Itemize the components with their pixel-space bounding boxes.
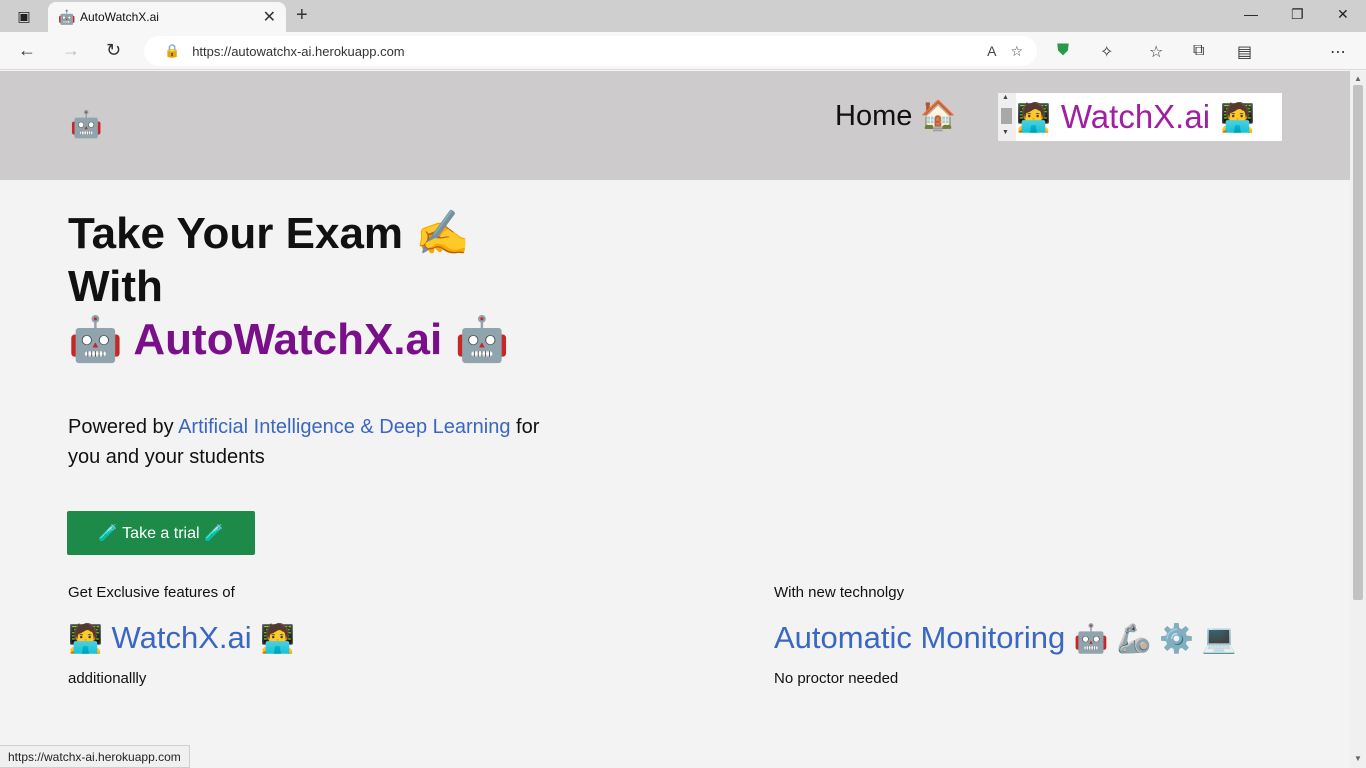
- powered-prefix: Powered by: [68, 416, 179, 438]
- ai-dl-link[interactable]: Artificial Intelligence & Deep Learning: [178, 416, 510, 438]
- scroll-up-icon[interactable]: ▲: [1354, 74, 1362, 83]
- tab-actions-icon[interactable]: ▣: [10, 6, 38, 26]
- watchx-brand-label: WatchX.ai: [1060, 98, 1211, 135]
- shield-extension-icon[interactable]: ⛊: [1057, 42, 1069, 60]
- technologist-icon: 🧑‍💻: [1220, 101, 1255, 133]
- feature-right-title-text: Automatic Monitoring: [774, 620, 1066, 655]
- page-scrollbar[interactable]: ▲ ▼: [1350, 71, 1366, 768]
- read-aloud-icon[interactable]: A: [987, 43, 996, 59]
- monitoring-icons: 🤖 🦾 ⚙️ 💻: [1073, 623, 1237, 654]
- take-trial-button[interactable]: 🧪 Take a trial 🧪: [67, 511, 255, 555]
- refresh-icon[interactable]: ↻: [106, 40, 121, 61]
- hero-line-1: Take Your Exam ✍️: [68, 209, 471, 258]
- technologist-icon: 🧑‍💻: [260, 623, 296, 654]
- more-menu-icon[interactable]: ⋯: [1330, 42, 1346, 62]
- mini-scroll-thumb[interactable]: [1001, 108, 1012, 124]
- hero-heading: Take Your Exam ✍️ With 🤖 AutoWatchX.ai 🤖: [68, 207, 509, 366]
- tab-close-icon[interactable]: ✕: [263, 7, 276, 27]
- tab-title: AutoWatchX.ai: [80, 10, 159, 24]
- technologist-icon: 🧑‍💻: [68, 623, 103, 654]
- url-text: https://autowatchx-ai.herokuapp.com: [192, 43, 405, 59]
- feature-left-sub: additionallly: [68, 670, 147, 687]
- collections-icon[interactable]: ⧉: [1193, 42, 1204, 60]
- technologist-icon: 🧑‍💻: [1016, 101, 1051, 133]
- feature-right-title[interactable]: Automatic Monitoring 🤖 🦾 ⚙️ 💻: [774, 620, 1237, 656]
- browser-tab[interactable]: 🤖 AutoWatchX.ai ✕: [48, 2, 286, 32]
- favorites-icon[interactable]: ☆: [1149, 42, 1163, 62]
- window-close-icon[interactable]: ✕: [1337, 6, 1349, 23]
- browser-tab-bar: ▣ 🤖 AutoWatchX.ai ✕ + — ❐ ✕: [0, 0, 1366, 32]
- feature-right-caption: With new technolgy: [774, 584, 905, 601]
- tab-favicon-icon: 🤖: [58, 8, 76, 25]
- hero-line-2: With: [68, 262, 163, 311]
- status-bar-url: https://watchx-ai.herokuapp.com: [0, 745, 190, 768]
- forward-icon[interactable]: →: [62, 40, 80, 61]
- robot-icon: 🤖: [454, 315, 510, 364]
- robot-logo-icon[interactable]: 🤖: [70, 109, 102, 140]
- watchx-link[interactable]: ▲ ▼ 🧑‍💻 WatchX.ai 🧑‍💻: [998, 93, 1282, 141]
- lock-icon: 🔒: [164, 43, 181, 58]
- back-icon[interactable]: ←: [18, 40, 36, 61]
- site-header: 🤖 Home 🏠 ▲ ▼ 🧑‍💻 WatchX.ai 🧑‍💻: [0, 71, 1350, 180]
- add-favorite-icon[interactable]: ☆: [1010, 43, 1023, 60]
- page-content: 🤖 Home 🏠 ▲ ▼ 🧑‍💻 WatchX.ai 🧑‍💻 Take Your…: [0, 71, 1350, 768]
- restore-icon[interactable]: ❐: [1291, 6, 1304, 23]
- minimize-icon[interactable]: —: [1244, 6, 1258, 22]
- math-solver-icon[interactable]: ▤: [1237, 42, 1252, 62]
- new-tab-icon[interactable]: +: [296, 4, 308, 27]
- page-scroll-thumb[interactable]: [1353, 85, 1363, 600]
- powered-by-text: Powered by Artificial Intelligence & Dee…: [68, 412, 568, 472]
- extensions-icon[interactable]: ✧: [1100, 42, 1113, 62]
- hero-brand-line: 🤖 AutoWatchX.ai 🤖: [68, 313, 509, 366]
- home-link[interactable]: Home 🏠: [835, 99, 957, 133]
- feature-left-title-text: WatchX.ai: [111, 620, 252, 655]
- address-bar[interactable]: 🔒 https://autowatchx-ai.herokuapp.com A …: [144, 36, 1037, 66]
- hero-brand: AutoWatchX.ai: [133, 315, 443, 364]
- mini-scroll-down-icon[interactable]: ▼: [1002, 129, 1009, 136]
- mini-scrollbar[interactable]: ▲ ▼: [998, 93, 1016, 141]
- address-toolbar: ← → ↻ 🔒 https://autowatchx-ai.herokuapp.…: [0, 32, 1366, 94]
- scroll-down-icon[interactable]: ▼: [1354, 754, 1362, 763]
- feature-left-caption: Get Exclusive features of: [68, 584, 235, 601]
- feature-right-sub: No proctor needed: [774, 670, 899, 687]
- mini-scroll-up-icon[interactable]: ▲: [1002, 94, 1009, 101]
- robot-icon: 🤖: [68, 315, 123, 364]
- feature-left-title[interactable]: 🧑‍💻 WatchX.ai 🧑‍💻: [68, 620, 295, 656]
